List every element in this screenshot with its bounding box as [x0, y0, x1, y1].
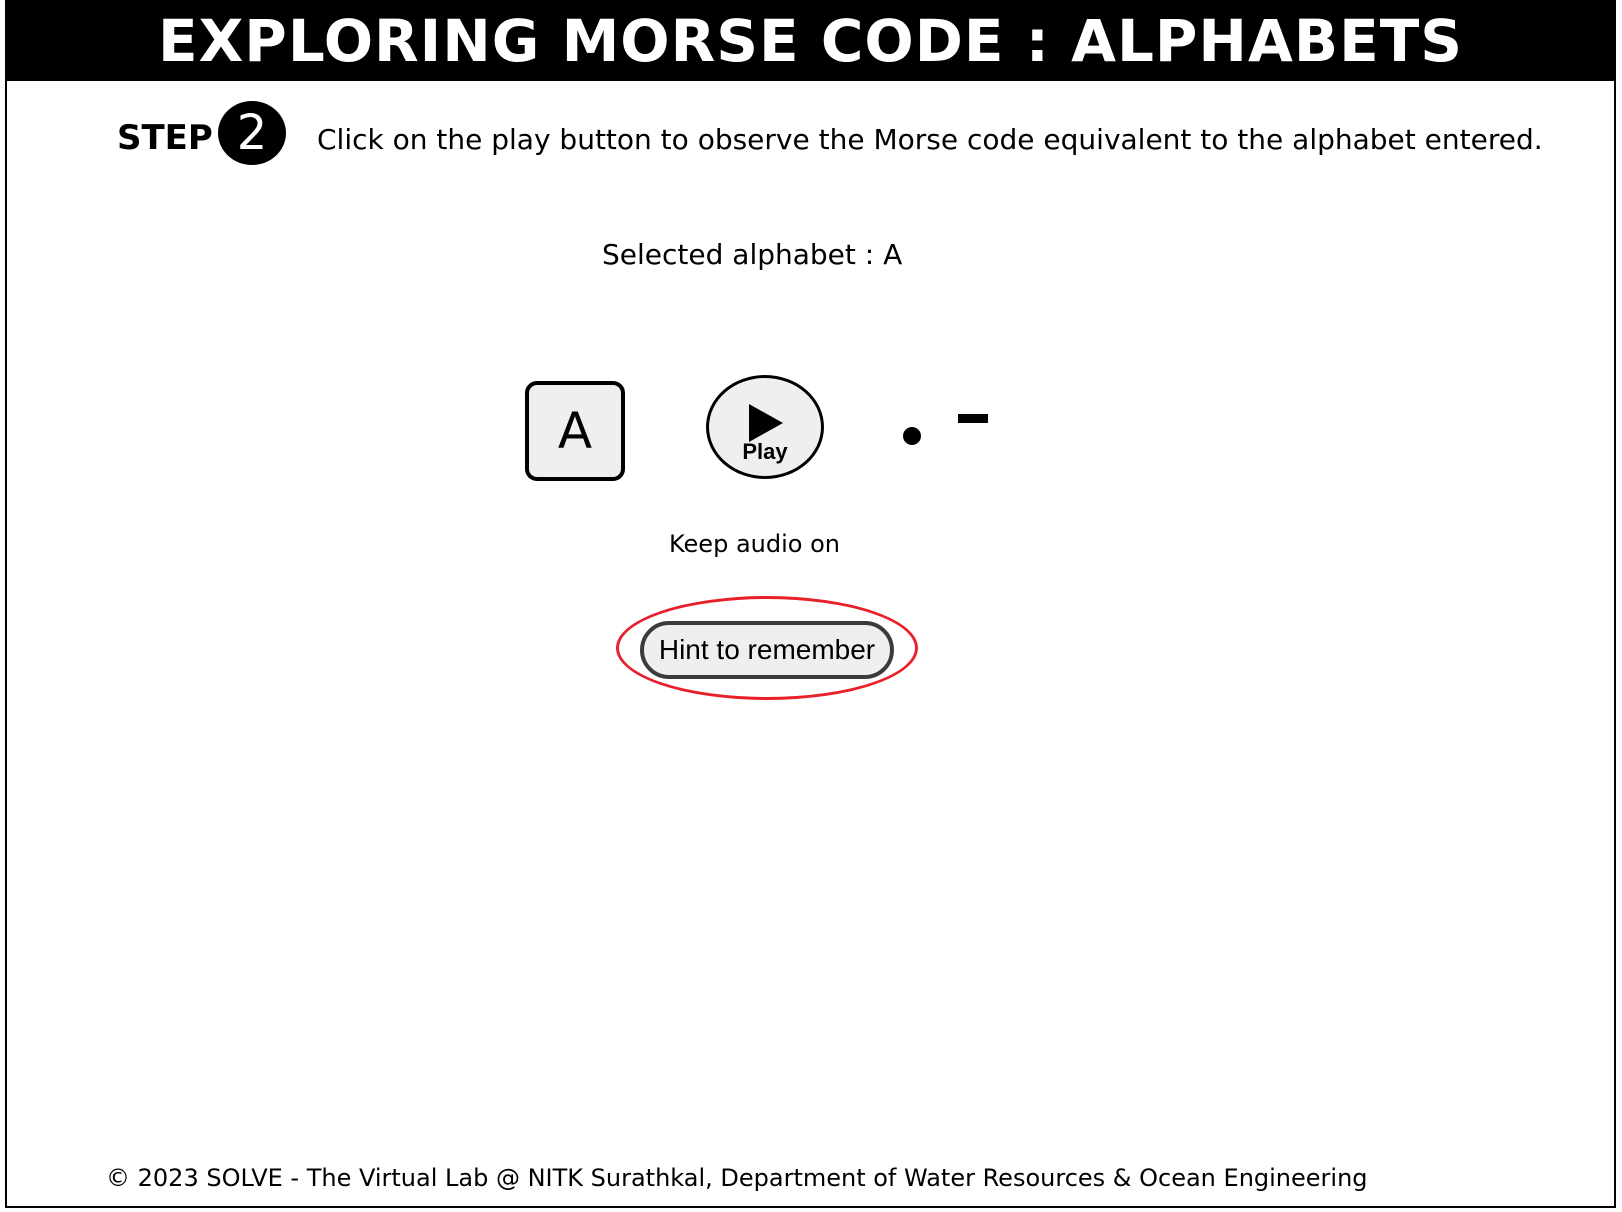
play-button-label: Play [742, 439, 788, 464]
step-number-badge: 2 [218, 101, 286, 165]
step-label: STEP [117, 118, 213, 158]
hint-button-label: Hint to remember [658, 634, 876, 665]
selected-alphabet-text: Selected alphabet : A [602, 238, 903, 271]
morse-dot-icon [903, 427, 921, 445]
alphabet-key: A [525, 381, 625, 481]
page-title: EXPLORING MORSE CODE : ALPHABETS [157, 6, 1464, 75]
alphabet-key-letter: A [557, 402, 593, 460]
title-bar: EXPLORING MORSE CODE : ALPHABETS [5, 0, 1616, 81]
morse-dash-icon [958, 414, 988, 423]
play-triangle-icon [749, 404, 783, 442]
hint-button[interactable]: Hint to remember [640, 621, 894, 679]
audio-note: Keep audio on [669, 530, 840, 558]
play-button[interactable]: Play [706, 375, 824, 479]
step-instruction: Click on the play button to observe the … [317, 123, 1543, 156]
footer-copyright: © 2023 SOLVE - The Virtual Lab @ NITK Su… [106, 1164, 1368, 1192]
step-number: 2 [236, 105, 268, 161]
